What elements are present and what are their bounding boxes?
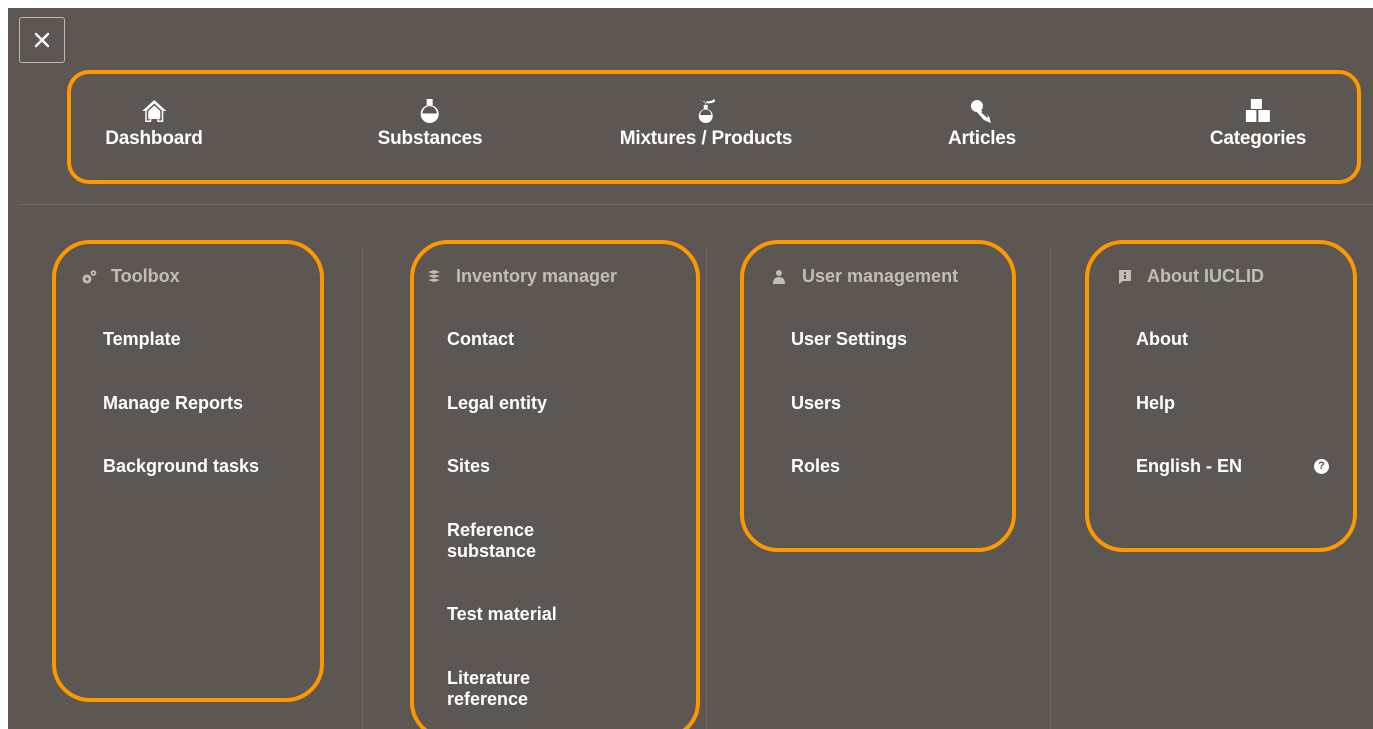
inventory-highlight xyxy=(410,240,700,729)
menu-item-test-material[interactable]: Test material xyxy=(447,604,557,625)
menu-item-about[interactable]: About xyxy=(1136,329,1188,350)
menu-item-template[interactable]: Template xyxy=(103,329,181,350)
close-button[interactable] xyxy=(19,17,65,63)
nav-dashboard-label: Dashboard xyxy=(105,128,203,149)
menu-item-help[interactable]: Help xyxy=(1136,393,1175,414)
users-title: User management xyxy=(802,266,959,286)
nav-substances-label: Substances xyxy=(377,128,483,149)
inventory-heading: Inventory manager xyxy=(426,266,617,287)
menu-item-roles[interactable]: Roles xyxy=(791,456,840,477)
menu-item-reference-substance[interactable]: Reference substance xyxy=(447,520,557,562)
nav-substances[interactable]: Substances xyxy=(378,98,483,150)
stack-icon xyxy=(428,269,440,282)
nav-mixtures-products-label: Mixtures / Products xyxy=(619,128,793,149)
menu-item-contact[interactable]: Contact xyxy=(447,329,514,350)
nav-mixtures-products[interactable]: Mixtures / Products xyxy=(619,98,793,150)
flask-icon xyxy=(421,99,439,123)
nav-articles[interactable]: Articles xyxy=(948,98,1016,150)
nav-dashboard[interactable]: Dashboard xyxy=(105,98,203,150)
main-navigation: Dashboard Substances Mixtures / Products xyxy=(67,70,1361,184)
user-icon xyxy=(773,269,785,284)
menu-panel: Dashboard Substances Mixtures / Products xyxy=(8,8,1373,729)
menu-item-background-tasks[interactable]: Background tasks xyxy=(103,456,259,477)
info-bookmark-icon xyxy=(1119,269,1131,284)
column-divider xyxy=(1050,246,1051,729)
mixture-spray-icon xyxy=(699,99,715,123)
close-icon xyxy=(34,32,50,48)
nav-categories-label: Categories xyxy=(1209,128,1307,149)
column-divider xyxy=(362,246,363,729)
categories-boxes-icon xyxy=(1245,99,1270,122)
about-heading: About IUCLID xyxy=(1117,266,1264,287)
home-icon xyxy=(141,100,166,122)
nav-articles-label: Articles xyxy=(947,128,1017,149)
horizontal-divider xyxy=(18,204,1373,205)
inventory-title: Inventory manager xyxy=(456,266,618,286)
users-heading: User management xyxy=(772,266,958,287)
menu-item-users[interactable]: Users xyxy=(791,393,841,414)
about-title: About IUCLID xyxy=(1147,266,1264,286)
language-selector[interactable]: English - EN xyxy=(1136,456,1242,477)
menu-item-manage-reports[interactable]: Manage Reports xyxy=(103,393,243,414)
menu-item-literature-reference[interactable]: Literature reference xyxy=(447,668,547,710)
toolbox-heading: Toolbox xyxy=(81,266,180,287)
help-icon[interactable]: ? xyxy=(1314,459,1329,474)
menu-item-legal-entity[interactable]: Legal entity xyxy=(447,393,547,414)
column-divider xyxy=(706,246,707,729)
nav-categories[interactable]: Categories xyxy=(1210,98,1306,150)
toolbox-title: Toolbox xyxy=(111,266,180,286)
menu-item-sites[interactable]: Sites xyxy=(447,456,490,477)
gears-icon xyxy=(82,269,97,283)
article-pin-icon xyxy=(970,100,991,123)
menu-item-user-settings[interactable]: User Settings xyxy=(791,329,907,350)
